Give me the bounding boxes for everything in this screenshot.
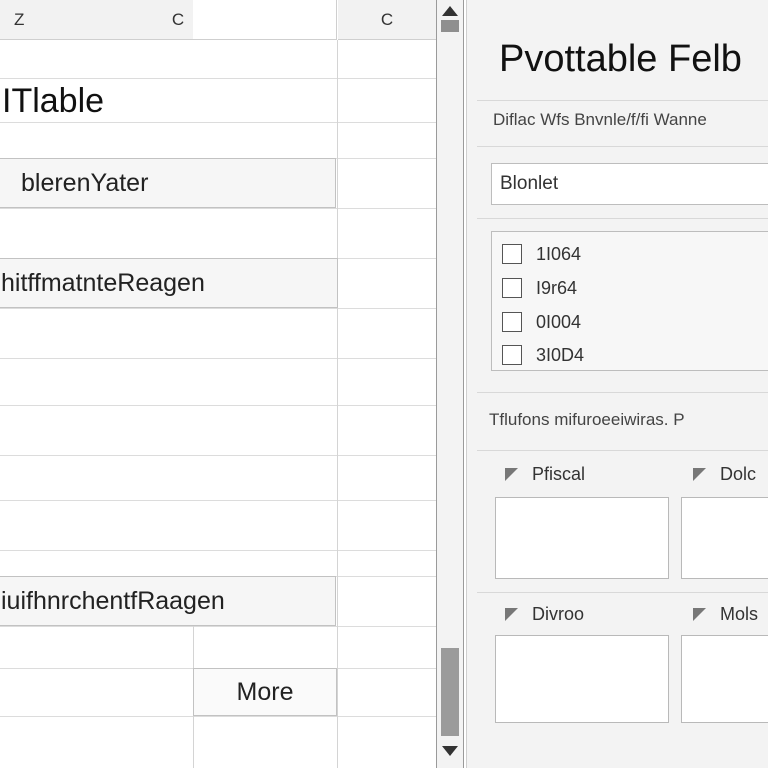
- gridline: [0, 405, 436, 406]
- field-checkbox[interactable]: [502, 278, 522, 298]
- filters-area-label: Pfiscal: [505, 464, 585, 485]
- cell-button-1[interactable]: blerenYater: [0, 158, 336, 208]
- gridline: [0, 208, 436, 209]
- gridline: [337, 40, 338, 768]
- values-area-label: Mols: [693, 604, 758, 625]
- cell-button-3[interactable]: iuifhnrchentfRaagen: [0, 576, 336, 626]
- spreadsheet-grid: Z C C ITlable blerenYater hitffmatnteRea…: [0, 0, 436, 768]
- rows-area-label: Divroo: [505, 604, 584, 625]
- rows-drop-zone[interactable]: [495, 635, 669, 723]
- field-checkbox[interactable]: [502, 244, 522, 264]
- vertical-scrollbar[interactable]: [436, 0, 464, 768]
- gridline: [0, 500, 436, 501]
- filters-drop-zone[interactable]: [495, 497, 669, 579]
- pane-title: Pvottable Felb: [499, 38, 742, 80]
- scroll-track-marker: [441, 20, 459, 32]
- area-label-text: Pfiscal: [532, 464, 586, 484]
- field-item[interactable]: 3I0D4: [502, 343, 584, 367]
- divider: [477, 218, 768, 219]
- gridline: [0, 78, 436, 79]
- gridline: [0, 550, 436, 551]
- columns-drop-zone[interactable]: [681, 497, 768, 579]
- divider: [477, 450, 768, 451]
- field-checkbox[interactable]: [502, 345, 522, 365]
- columns-area-label: Dolc: [693, 464, 756, 485]
- scroll-up-arrow-icon[interactable]: [442, 6, 458, 16]
- column-header-c-2[interactable]: C: [338, 0, 436, 40]
- scroll-thumb[interactable]: [441, 648, 459, 736]
- divider: [477, 592, 768, 593]
- cell-button-2[interactable]: hitffmatnteReagen: [0, 258, 338, 308]
- field-label: I9r64: [536, 277, 578, 298]
- gridline: [0, 716, 436, 717]
- field-label: 0I004: [536, 311, 582, 332]
- field-search-input[interactable]: Blonlet: [491, 163, 768, 205]
- field-item[interactable]: 0I004: [502, 310, 581, 334]
- field-item[interactable]: I9r64: [502, 276, 577, 300]
- divider: [477, 100, 768, 101]
- drag-fields-hint: Tflufons mifuroeeiwiras. P: [489, 410, 685, 429]
- area-label-text: Mols: [720, 604, 759, 624]
- values-drop-zone[interactable]: [681, 635, 768, 723]
- area-triangle-icon: [505, 468, 518, 481]
- scroll-down-arrow-icon[interactable]: [442, 746, 458, 756]
- field-list: 1I064 I9r64 0I004 3I0D4: [491, 231, 768, 371]
- sheet-title: ITlable: [2, 82, 105, 120]
- gridline: [0, 122, 436, 123]
- area-triangle-icon: [693, 608, 706, 621]
- divider: [477, 146, 768, 147]
- field-label: 1I064: [536, 243, 582, 264]
- area-label-text: Dolc: [720, 464, 757, 484]
- area-label-text: Divroo: [532, 604, 585, 624]
- pivot-fields-pane: Pvottable Felb Diflac Wfs Bnvnle/f/fi Wa…: [466, 0, 768, 768]
- field-label: 3I0D4: [536, 344, 585, 365]
- gridline: [0, 455, 436, 456]
- gridline: [0, 308, 436, 309]
- column-header-c[interactable]: C: [0, 0, 337, 40]
- field-checkbox[interactable]: [502, 312, 522, 332]
- gridline: [0, 626, 436, 627]
- pane-subtitle: Diflac Wfs Bnvnle/f/fi Wanne: [493, 110, 707, 129]
- field-item[interactable]: 1I064: [502, 242, 581, 266]
- more-button[interactable]: More: [193, 668, 337, 716]
- area-triangle-icon: [505, 608, 518, 621]
- area-triangle-icon: [693, 468, 706, 481]
- divider: [477, 392, 768, 393]
- gridline: [0, 358, 436, 359]
